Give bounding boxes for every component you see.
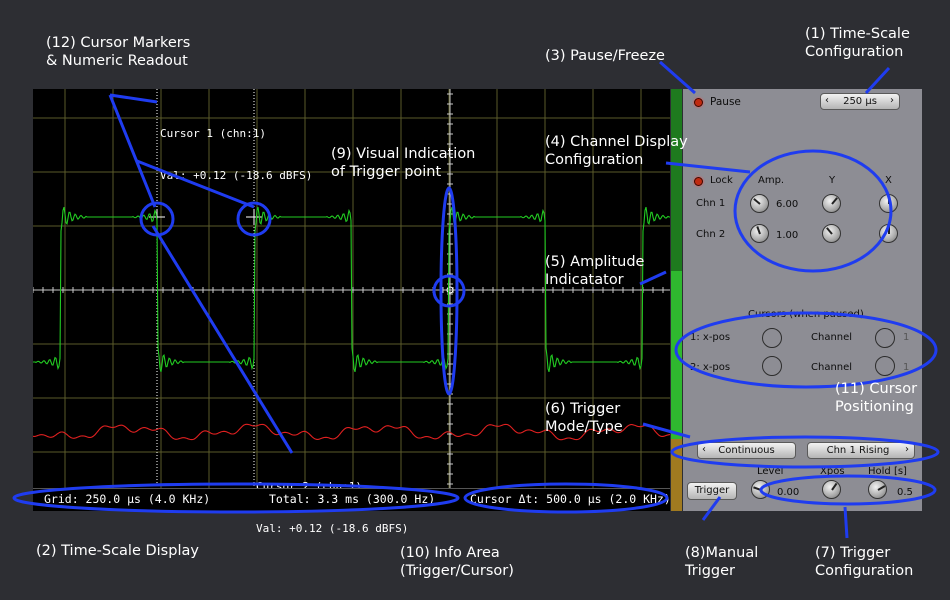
chn2-x-knob[interactable] [879,224,898,243]
cursor1-value: Val: +0.12 (-18.6 dBFS) [160,169,313,182]
cursor2-channel-value: 1 [903,362,910,373]
chn1-label: Chn 1 [696,198,726,209]
trigger-xpos-knob[interactable] [822,480,841,499]
annotation-1: (1) Time-Scale Configuration [805,26,910,60]
info-total: Total: 3.3 ms (300.0 Hz) [269,492,436,506]
chn1-x-knob[interactable] [879,194,898,213]
trigger-type-value: Chn 1 Rising [826,445,890,456]
annotation-4: (4) Channel Display Configuration [545,134,688,168]
pause-label[interactable]: Pause [710,96,741,108]
cursor2-channel-knob[interactable] [875,356,895,376]
cursor1-channel-label: Channel [811,332,853,343]
hold-label: Hold [s] [868,466,907,477]
trigger-level-value: 0.00 [777,487,800,498]
timescale-spinner[interactable]: ‹ 250 µs › [820,93,900,110]
cursor2-xpos-label: 2: x-pos [690,362,731,373]
trigger-mode-value: Continuous [718,445,775,456]
trigger-level-knob[interactable] [751,480,770,499]
xpos-label: Xpos [820,466,845,477]
pause-led-icon[interactable] [694,98,703,107]
y-column-header: Y [829,175,836,186]
cursor1-xpos-knob[interactable] [762,328,782,348]
amp-column-header: Amp. [758,175,785,186]
cursor1-readout: Cursor 1 (chn:1) Val: +0.12 (-18.6 dBFS) [160,99,312,211]
chn1-amp-knob[interactable] [750,194,769,213]
lock-led-icon[interactable] [694,177,703,186]
annotation-5: (5) Amplitude Indicatator [545,254,645,288]
chn2-amp-value: 1.00 [776,230,799,241]
manual-trigger-button[interactable]: Trigger [687,482,737,500]
annotation-11: (11) Cursor Positioning [835,381,918,415]
annotation-12: (12) Cursor Markers & Numeric Readout [46,35,191,69]
trigger-type-spinner[interactable]: Chn 1 Rising › [807,442,915,459]
cursor1-label: Cursor 1 (chn:1) [160,127,266,140]
timescale-value: 250 µs [843,96,877,107]
trigger-hold-knob[interactable] [868,480,887,499]
level-label: Level [757,466,784,477]
info-grid: Grid: 250.0 µs (4.0 KHz) [44,492,211,506]
chn2-amp-knob[interactable] [750,224,769,243]
chn2-label: Chn 2 [696,229,726,240]
annotation-7: (7) Trigger Configuration [815,545,914,579]
chevron-right-icon[interactable]: › [890,95,894,106]
annotation-10: (10) Info Area (Trigger/Cursor) [400,545,514,579]
chn1-amp-value: 6.00 [776,199,799,210]
cursor2-xpos-knob[interactable] [762,356,782,376]
annotation-2: (2) Time-Scale Display [36,543,199,559]
cursor2-value: Val: +0.12 (-18.6 dBFS) [256,522,409,535]
cursor1-channel-value: 1 [903,332,910,343]
info-cursor-delta: Cursor Δt: 500.0 µs (2.0 KHz) [470,492,671,506]
cursors-section-title: Cursors (when paused) [748,309,864,320]
chn2-y-knob[interactable] [822,224,841,243]
annotation-3: (3) Pause/Freeze [545,48,665,64]
annotation-8: (8)Manual Trigger [685,545,759,579]
annotation-6: (6) Trigger Mode/Type [545,401,623,435]
cursor2-channel-label: Channel [811,362,853,373]
annotation-9: (9) Visual Indication of Trigger point [331,146,476,180]
x-column-header: X [885,175,892,186]
trigger-hold-value: 0.5 [897,487,913,498]
chn1-y-knob[interactable] [822,194,841,213]
chevron-right-icon[interactable]: › [905,444,909,455]
lock-label[interactable]: Lock [710,175,733,186]
cursor1-channel-knob[interactable] [875,328,895,348]
trigger-mode-spinner[interactable]: ‹ Continuous [697,442,796,459]
cursor1-xpos-label: 1: x-pos [690,332,731,343]
amplitude-warning-zone [671,439,682,511]
